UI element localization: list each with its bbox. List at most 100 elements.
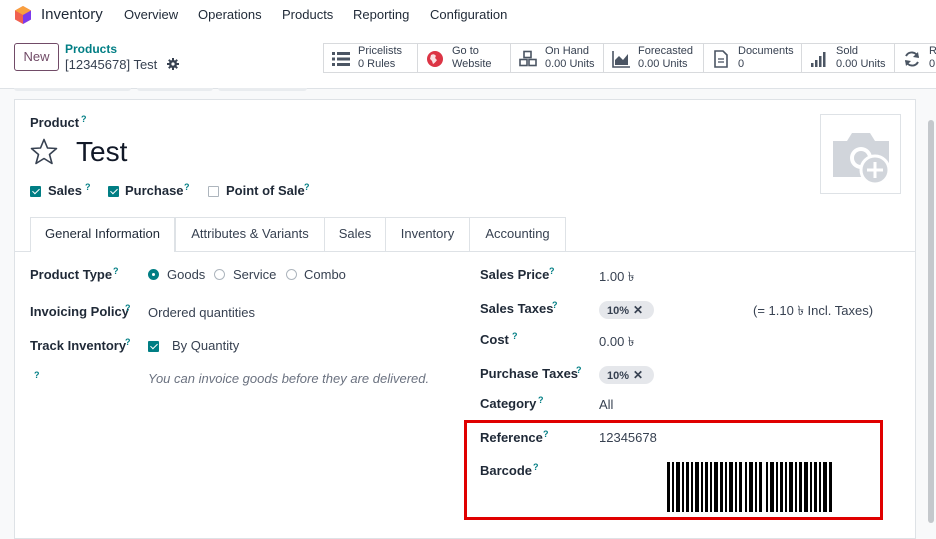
sales-checkbox[interactable]	[30, 186, 41, 197]
sales-flag-label: Sales	[48, 183, 82, 198]
invoicing-policy-value[interactable]: Ordered quantities	[148, 305, 255, 320]
help-icon[interactable]: ?	[538, 395, 544, 405]
star-favorite-icon[interactable]	[30, 138, 58, 165]
sales-taxes-label: Sales Taxes	[480, 301, 554, 316]
tab-inventory[interactable]: Inventory	[385, 217, 470, 251]
purchase-flag-label: Purchase	[125, 183, 184, 198]
cubes-icon	[519, 50, 537, 67]
help-icon[interactable]: ?	[125, 303, 131, 313]
help-icon[interactable]: ?	[81, 114, 87, 124]
nav-reporting[interactable]: Reporting	[353, 7, 409, 22]
invoicing-policy-label: Invoicing Policy	[30, 304, 129, 319]
status-strip	[218, 88, 307, 91]
category-label: Category	[480, 396, 537, 411]
website-value: Website	[452, 58, 492, 70]
product-name[interactable]: Test	[76, 136, 127, 168]
control-panel: New Products [12345678] Test Pricelists …	[0, 31, 936, 89]
help-icon[interactable]: ?	[113, 266, 119, 276]
remove-tag-icon[interactable]: ✕	[633, 303, 643, 317]
purchase-checkbox[interactable]	[108, 186, 119, 197]
on-hand-label: On Hand	[545, 45, 590, 57]
product-type-label: Product Type	[30, 267, 113, 282]
replenish-button[interactable]: Re 0	[894, 43, 936, 73]
product-label: Product	[30, 115, 80, 130]
tab-sales[interactable]: Sales	[324, 217, 386, 251]
point-of-sale-checkbox[interactable]	[208, 186, 219, 197]
tab-accounting[interactable]: Accounting	[469, 217, 566, 251]
sales-taxes-included: (= 1.10 ৳ Incl. Taxes)	[753, 303, 874, 318]
forecasted-value: 0.00 Units	[638, 58, 688, 70]
track-inventory-checkbox[interactable]	[148, 341, 159, 352]
list-icon	[332, 52, 350, 66]
nav-products[interactable]: Products	[282, 7, 333, 22]
status-strip	[14, 88, 131, 91]
help-icon[interactable]: ?	[304, 182, 310, 192]
website-label: Go to	[452, 45, 479, 57]
category-value[interactable]: All	[599, 397, 613, 412]
combo-option-label: Combo	[304, 267, 346, 282]
scrollbar[interactable]	[928, 120, 934, 523]
signal-icon	[811, 52, 826, 67]
pricelists-label: Pricelists	[358, 45, 403, 57]
camera-add-icon	[833, 133, 891, 185]
area-chart-icon	[612, 51, 630, 68]
on-hand-value: 0.00 Units	[545, 58, 595, 70]
track-inventory-label: Track Inventory	[30, 338, 127, 353]
highlight-box	[464, 420, 883, 520]
replenish-value: 0	[929, 58, 936, 70]
product-image-placeholder[interactable]	[820, 114, 901, 194]
app-title[interactable]: Inventory	[41, 6, 103, 23]
pricelists-button[interactable]: Pricelists 0 Rules	[323, 43, 418, 73]
sold-button[interactable]: Sold 0.00 Units	[801, 43, 895, 73]
help-icon[interactable]: ?	[549, 266, 555, 276]
document-icon	[714, 50, 728, 68]
sales-tax-tag[interactable]: 10% ✕	[599, 301, 654, 319]
service-radio[interactable]	[214, 269, 225, 280]
tab-attributes-variants[interactable]: Attributes & Variants	[175, 217, 325, 251]
pos-flag-label: Point of Sale	[226, 183, 305, 198]
help-icon[interactable]: ?	[552, 300, 558, 310]
cost-value[interactable]: 0.00 ৳	[599, 333, 634, 354]
help-icon[interactable]: ?	[512, 331, 518, 341]
documents-value: 0	[738, 58, 745, 70]
sales-price-value[interactable]: 1.00 ৳	[599, 268, 634, 289]
forecasted-button[interactable]: Forecasted 0.00 Units	[603, 43, 704, 73]
nav-overview[interactable]: Overview	[124, 7, 178, 22]
purchase-tax-tag-label: 10%	[607, 370, 630, 382]
sales-tax-tag-label: 10%	[607, 305, 630, 317]
help-icon[interactable]: ?	[34, 370, 40, 380]
combo-radio[interactable]	[286, 269, 297, 280]
documents-label: Documents	[738, 45, 794, 57]
go-to-website-button[interactable]: Go to Website	[417, 43, 511, 73]
top-navbar: Inventory Overview Operations Products R…	[0, 0, 936, 31]
remove-tag-icon[interactable]: ✕	[633, 368, 643, 382]
purchase-taxes-label: Purchase Taxes	[480, 366, 579, 381]
app-logo-icon[interactable]	[14, 6, 32, 24]
new-button[interactable]: New	[14, 43, 59, 71]
forecasted-label: Forecasted	[638, 45, 694, 57]
replenish-label: Re	[929, 45, 936, 57]
gear-icon[interactable]	[167, 58, 179, 70]
breadcrumb-current: [12345678] Test	[65, 57, 158, 72]
service-option-label: Service	[233, 267, 277, 282]
help-icon[interactable]: ?	[184, 182, 190, 192]
nav-configuration[interactable]: Configuration	[430, 7, 507, 22]
purchase-tax-tag[interactable]: 10% ✕	[599, 366, 654, 384]
help-icon[interactable]: ?	[85, 182, 91, 192]
help-icon[interactable]: ?	[125, 337, 131, 347]
documents-button[interactable]: Documents 0	[703, 43, 802, 73]
breadcrumb-products-link[interactable]: Products	[65, 42, 117, 56]
help-icon[interactable]: ?	[576, 365, 582, 375]
cost-label: Cost	[480, 332, 509, 347]
nav-operations[interactable]: Operations	[198, 7, 262, 22]
sales-price-label: Sales Price	[480, 267, 550, 282]
tab-general-information[interactable]: General Information	[30, 217, 175, 252]
sold-value: 0.00 Units	[836, 58, 886, 70]
sold-label: Sold	[836, 45, 859, 57]
on-hand-button[interactable]: On Hand 0.00 Units	[510, 43, 604, 73]
goods-radio[interactable]	[148, 269, 159, 280]
track-by-quantity-label[interactable]: By Quantity	[172, 338, 239, 353]
goods-option-label: Goods	[167, 267, 206, 282]
refresh-icon	[905, 51, 919, 67]
status-strip	[137, 88, 213, 91]
